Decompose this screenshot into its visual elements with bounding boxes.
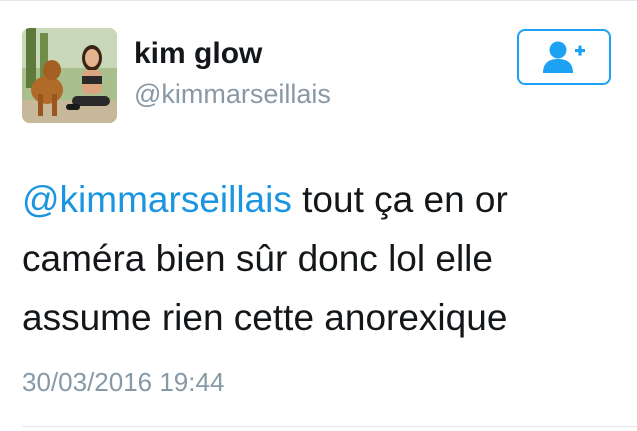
- profile-photo-icon: [22, 28, 117, 123]
- user-handle[interactable]: @kimmarseillais: [134, 76, 331, 112]
- bottom-divider: [22, 426, 637, 427]
- add-user-icon: [543, 41, 585, 73]
- display-name[interactable]: kim glow: [134, 34, 262, 74]
- tweet-line-2: caméra bien sûr donc lol elle: [22, 238, 493, 279]
- top-divider: [0, 0, 637, 1]
- tweet-text: @kimmarseillais tout ça en or caméra bie…: [22, 170, 622, 347]
- follow-button[interactable]: [517, 29, 611, 85]
- avatar[interactable]: [22, 28, 117, 123]
- mention-link[interactable]: @kimmarseillais: [22, 179, 292, 220]
- tweet-line-3: assume rien cette anorexique: [22, 297, 508, 338]
- tweet-line-1: @kimmarseillais tout ça en or: [22, 170, 622, 229]
- tweet-timestamp: 30/03/2016 19:44: [22, 367, 225, 397]
- tweet-line-1-text: tout ça en or: [291, 179, 508, 220]
